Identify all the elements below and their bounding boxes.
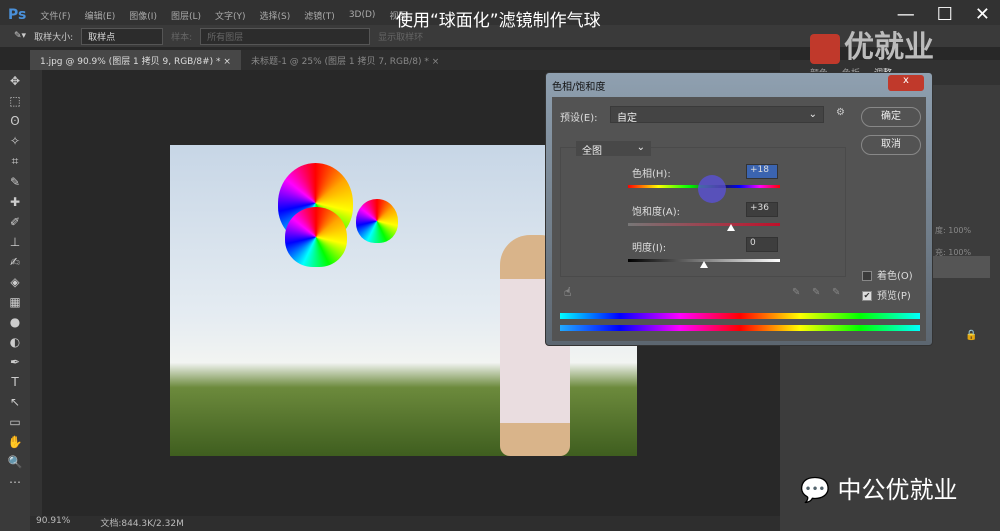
- eyedropper-minus-icon[interactable]: ✎: [832, 287, 840, 298]
- tool-14[interactable]: ✒: [10, 355, 20, 369]
- opacity-input[interactable]: 100%: [948, 226, 971, 235]
- dialog-body: 预设(E): 自定 ⌄ ⚙ 确定 取消 全图 ⌄ 色相(H): +18 饱和度(A)…: [552, 97, 926, 341]
- tool-13[interactable]: ◐: [10, 335, 20, 349]
- sample-select[interactable]: 所有图层: [200, 27, 371, 45]
- targeted-adjustment-hand-icon[interactable]: ☝: [564, 285, 571, 299]
- preset-label: 预设(E):: [560, 113, 598, 124]
- tab-untitled[interactable]: 未标题-1 @ 25% (图层 1 拷贝 7, RGB/8) * ×: [241, 50, 449, 70]
- lightness-slider-thumb[interactable]: [700, 261, 708, 268]
- video-title: 使用“球面化”滤镜制作气球: [396, 11, 601, 31]
- tab-label: 1.jpg @ 90.9% (图层 1 拷贝 9, RGB/8#) *: [40, 57, 221, 67]
- gear-icon[interactable]: ⚙: [836, 107, 845, 118]
- tab-close-icon[interactable]: ×: [432, 57, 440, 67]
- channel-select[interactable]: 全图 ⌄: [576, 141, 651, 157]
- tool-9[interactable]: ✍: [10, 255, 20, 269]
- adjust-group: [560, 147, 846, 277]
- tab-close-icon[interactable]: ×: [223, 57, 231, 67]
- watermark-logo: 优就业: [810, 22, 934, 66]
- channel-value: 全图: [582, 146, 602, 157]
- tool-10[interactable]: ◈: [10, 275, 19, 289]
- tool-6[interactable]: ✚: [10, 195, 20, 209]
- tool-16[interactable]: ↖: [10, 395, 20, 409]
- tool-17[interactable]: ▭: [9, 415, 20, 429]
- eyedropper-icon[interactable]: ✎▾: [14, 31, 26, 41]
- dialog-close-button[interactable]: x: [888, 75, 924, 91]
- tools-panel: ✥ ⬚ ʘ ✧ ⌗ ✎ ✚ ✐ ⊥ ✍ ◈ ▦ ● ◐ ✒ T ↖ ▭ ✋ 🔍 ⋯: [0, 70, 30, 531]
- tool-7[interactable]: ✐: [10, 215, 20, 229]
- tab-label: 未标题-1 @ 25% (图层 1 拷贝 7, RGB/8) *: [250, 57, 429, 67]
- tool-8[interactable]: ⊥: [10, 235, 20, 249]
- maximize-button[interactable]: ☐: [937, 4, 953, 25]
- output-color-bar: [560, 325, 920, 331]
- tool-15[interactable]: T: [11, 375, 18, 389]
- tool-12[interactable]: ●: [10, 315, 20, 329]
- colorize-checkbox[interactable]: 着色(O): [862, 267, 913, 282]
- menu-layer[interactable]: 图层(L): [171, 9, 201, 22]
- preview-checkbox[interactable]: ✔ 预览(P): [862, 287, 911, 302]
- menu-edit[interactable]: 编辑(E): [85, 9, 116, 22]
- document-tabs: 1.jpg @ 90.9% (图层 1 拷贝 9, RGB/8#) * × 未标…: [30, 50, 780, 70]
- zoom-level[interactable]: 90.91%: [36, 516, 70, 531]
- cancel-button[interactable]: 取消: [861, 135, 921, 155]
- eyedropper-plus-icon[interactable]: ✎: [812, 287, 820, 298]
- tool-1[interactable]: ⬚: [9, 94, 20, 108]
- saturation-slider-thumb[interactable]: [727, 224, 736, 231]
- watermark-bottom: 💬 中公优就业: [800, 476, 958, 504]
- tab-1jpg[interactable]: 1.jpg @ 90.9% (图层 1 拷贝 9, RGB/8#) * ×: [30, 50, 241, 70]
- tool-18[interactable]: ✋: [8, 435, 23, 449]
- menu-filter[interactable]: 滤镜(T): [304, 9, 335, 22]
- input-color-bar: [560, 313, 920, 319]
- checkbox-check-icon: ✔: [862, 291, 872, 301]
- show-ring-checkbox[interactable]: 显示取样环: [378, 30, 423, 43]
- sample-label: 样本:: [171, 32, 193, 43]
- menu-type[interactable]: 文字(Y): [215, 9, 246, 22]
- ok-button[interactable]: 确定: [861, 107, 921, 127]
- menu-3d[interactable]: 3D(D): [349, 10, 376, 20]
- doc-size: 文档:844.3K/2.32M: [100, 519, 184, 529]
- layer-row-selected[interactable]: [930, 256, 990, 278]
- tool-4[interactable]: ⌗: [12, 154, 19, 169]
- tool-3[interactable]: ✧: [10, 134, 20, 148]
- opacity-label: 度:: [935, 226, 946, 235]
- sample-size-select[interactable]: 取样点: [81, 27, 164, 45]
- balloon: [356, 199, 398, 243]
- lightness-label: 明度(I):: [632, 243, 667, 254]
- opacity-row: 度: 100%: [935, 225, 971, 236]
- colorize-label: 着色(O): [877, 271, 913, 282]
- photoshop-logo: Ps: [8, 7, 27, 23]
- dialog-title: 色相/饱和度: [552, 82, 606, 93]
- tool-20[interactable]: ⋯: [9, 475, 21, 489]
- tool-5[interactable]: ✎: [10, 175, 20, 189]
- hue-input[interactable]: +18: [746, 164, 778, 179]
- close-button[interactable]: ✕: [975, 4, 990, 25]
- tool-19[interactable]: 🔍: [8, 455, 23, 469]
- tool-11[interactable]: ▦: [9, 295, 20, 309]
- hue-label: 色相(H):: [632, 169, 671, 180]
- preset-value: 自定: [617, 113, 637, 124]
- hue-saturation-dialog: 色相/饱和度 x 预设(E): 自定 ⌄ ⚙ 确定 取消 全图 ⌄ 色相(H): +…: [545, 72, 933, 346]
- tool-2[interactable]: ʘ: [10, 114, 19, 128]
- saturation-input[interactable]: +36: [746, 202, 778, 217]
- ruler: [30, 70, 42, 520]
- status-bar: 90.91% 文档:844.3K/2.32M: [30, 516, 780, 531]
- eyedropper-icon[interactable]: ✎: [792, 287, 800, 298]
- lightness-input[interactable]: 0: [746, 237, 778, 252]
- balloon: [285, 207, 347, 267]
- menu-image[interactable]: 图像(I): [129, 9, 157, 22]
- saturation-label: 饱和度(A):: [632, 207, 681, 218]
- hue-slider-thumb[interactable]: [697, 175, 726, 203]
- tool-0[interactable]: ✥: [10, 74, 20, 88]
- menu-select[interactable]: 选择(S): [260, 9, 291, 22]
- preview-label: 预览(P): [877, 291, 911, 302]
- checkbox-box: [862, 271, 872, 281]
- preset-select[interactable]: 自定 ⌄: [610, 106, 824, 124]
- saturation-slider[interactable]: [628, 223, 780, 226]
- lock-icon: 🔒: [965, 330, 978, 341]
- menu-file[interactable]: 文件(F): [40, 9, 70, 22]
- sample-size-label: 取样大小:: [34, 32, 74, 43]
